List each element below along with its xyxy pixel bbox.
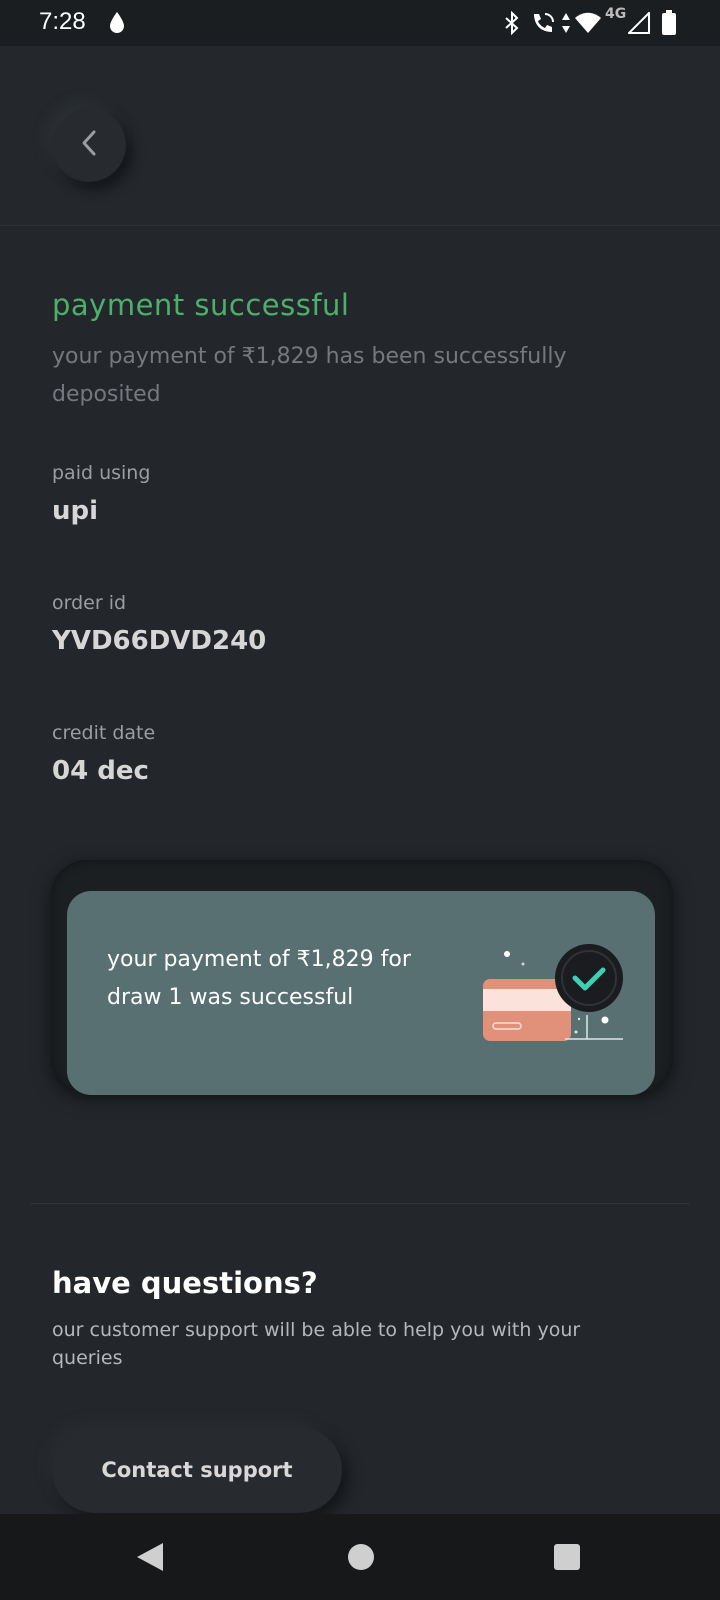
back-button[interactable] (52, 108, 126, 182)
navigation-bar (0, 1514, 720, 1600)
home-nav-icon[interactable] (347, 1543, 375, 1575)
order-id-value: YVD66DVD240 (52, 626, 267, 656)
status-bar: 7:28 4G (0, 0, 720, 46)
4g-icon: 4G (605, 6, 627, 22)
support-description: our customer support will be able to hel… (52, 1319, 581, 1369)
wifi-icon (574, 12, 602, 38)
bluetooth-icon (504, 10, 520, 39)
order-id-label: order id (52, 592, 127, 614)
chevron-left-icon (79, 129, 99, 161)
payment-description: your payment of ₹1,829 has been successf… (52, 344, 567, 407)
paid-using-label: paid using (52, 462, 151, 484)
payment-card: your payment of ₹1,829 for draw 1 was su… (67, 891, 655, 1095)
paid-using-value: upi (52, 496, 99, 526)
status-time: 7:28 (39, 8, 86, 35)
contact-support-button[interactable]: Contact support (52, 1427, 342, 1513)
card-check-icon (477, 941, 637, 1051)
battery-icon (662, 10, 676, 39)
support-title: have questions? (52, 1266, 318, 1300)
payment-title: payment successful (52, 288, 350, 322)
data-arrows-icon (561, 11, 571, 39)
back-nav-icon[interactable] (135, 1541, 165, 1577)
payment-card-message: your payment of ₹1,829 for draw 1 was su… (107, 947, 411, 1010)
credit-date-label: credit date (52, 722, 156, 744)
header (0, 46, 720, 226)
recents-nav-icon[interactable] (553, 1543, 581, 1575)
signal-icon (626, 10, 650, 38)
drop-icon (108, 11, 126, 39)
wifi-calling-icon (530, 10, 556, 40)
section-divider (30, 1203, 690, 1204)
credit-date-value: 04 dec (52, 756, 149, 786)
